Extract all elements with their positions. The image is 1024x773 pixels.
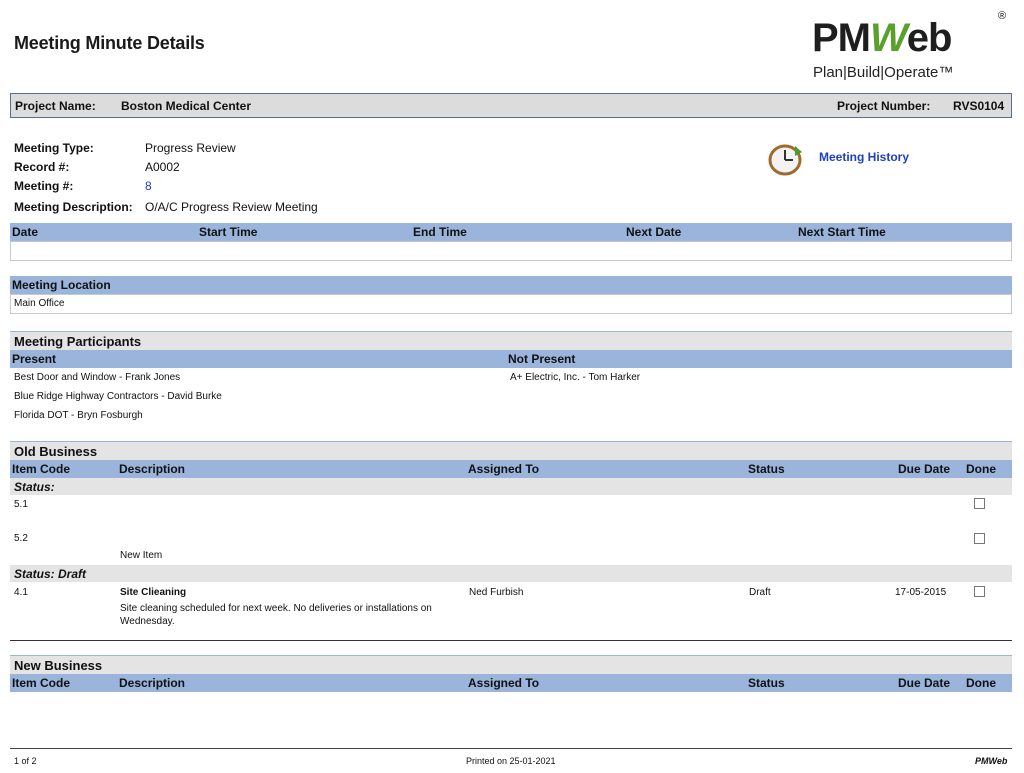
pmweb-logo: PMWeb ® Plan|Build|Operate™ (812, 10, 1012, 86)
item-title: Site Clieaning (120, 587, 187, 598)
meeting-number[interactable]: 8 (145, 179, 152, 193)
old-business-title: Old Business (10, 441, 1012, 460)
col-done: Done (966, 676, 996, 690)
participants-header: Present Not Present (10, 350, 1012, 368)
col-next-date: Next Date (626, 225, 682, 239)
schedule-header: Date Start Time End Time Next Date Next … (10, 223, 1012, 241)
project-name: Boston Medical Center (121, 99, 252, 113)
page-title: Meeting Minute Details (14, 33, 205, 53)
logo-text-eb: eb (906, 16, 953, 60)
col-date: Date (12, 225, 39, 239)
col-start-time: Start Time (199, 225, 258, 239)
item-code: 5.1 (14, 499, 28, 510)
status-group-label: Status: Draft (14, 567, 87, 581)
item-code: 4.1 (14, 587, 28, 598)
project-name-label: Project Name: (15, 99, 96, 113)
old-business-title-text: Old Business (14, 444, 98, 459)
col-assigned-to: Assigned To (468, 462, 540, 476)
present-participant: Blue Ridge Highway Contractors - David B… (14, 391, 222, 402)
col-due-date: Due Date (898, 676, 951, 690)
not-present-participant: A+ Electric, Inc. - Tom Harker (510, 372, 641, 383)
footer-brand: PMWeb (975, 756, 1008, 766)
location-header-label: Meeting Location (12, 278, 111, 292)
logo-tagline: Plan|Build|Operate™ (813, 64, 954, 81)
done-checkbox[interactable] (974, 586, 985, 597)
record-number: A0002 (145, 160, 180, 174)
col-status: Status (748, 462, 785, 476)
done-checkbox[interactable] (974, 498, 985, 509)
participants-title-text: Meeting Participants (14, 334, 142, 349)
col-due-date: Due Date (898, 462, 951, 476)
new-business-title-text: New Business (14, 658, 103, 673)
page-number: 1 of 2 (14, 756, 37, 766)
meeting-history-link[interactable]: Meeting History (819, 150, 909, 164)
item-assigned-to: Ned Furbish (469, 587, 524, 598)
col-item-code: Item Code (12, 676, 71, 690)
item-description: New Item (120, 550, 163, 561)
present-participant: Best Door and Window - Frank Jones (14, 372, 181, 383)
status-group-header: Status: (10, 478, 1012, 495)
col-next-start-time: Next Start Time (798, 225, 886, 239)
project-number-label: Project Number: (837, 99, 931, 113)
done-checkbox[interactable] (974, 533, 985, 544)
new-business-title: New Business (10, 655, 1012, 674)
present-header: Present (12, 352, 57, 366)
col-status: Status (748, 676, 785, 690)
col-end-time: End Time (413, 225, 467, 239)
col-item-code: Item Code (12, 462, 71, 476)
col-description: Description (119, 462, 186, 476)
meeting-type: Progress Review (145, 141, 236, 155)
not-present-header: Not Present (508, 352, 576, 366)
item-status: Draft (749, 587, 771, 598)
divider (10, 640, 1012, 641)
project-bar: Project Name: Boston Medical Center Proj… (10, 93, 1012, 118)
item-due-date: 17-05-2015 (895, 587, 947, 598)
registered-mark: ® (998, 10, 1007, 22)
clock-history-icon[interactable] (768, 142, 804, 176)
col-done: Done (966, 462, 996, 476)
new-business-header: Item Code Description Assigned To Status… (10, 674, 1012, 692)
item-code: 5.2 (14, 533, 28, 544)
meeting-type-label: Meeting Type: (14, 141, 94, 155)
col-description: Description (119, 676, 186, 690)
schedule-row (10, 241, 1012, 261)
item-description: Site cleaning scheduled for next week. N… (120, 603, 432, 627)
participants-section-title: Meeting Participants (10, 331, 1012, 350)
old-business-header: Item Code Description Assigned To Status… (10, 460, 1012, 478)
logo-text-pm: PM (812, 16, 871, 60)
col-assigned-to: Assigned To (468, 676, 540, 690)
present-participant: Florida DOT - Bryn Fosburgh (14, 410, 143, 421)
meeting-number-label: Meeting #: (14, 179, 74, 193)
status-group-label: Status: (14, 480, 55, 494)
location-header: Meeting Location (10, 276, 1012, 294)
printed-date: Printed on 25-01-2021 (466, 756, 556, 766)
meeting-description: O/A/C Progress Review Meeting (145, 200, 318, 214)
logo-text-w: W (870, 16, 908, 60)
location-row: Main Office (10, 294, 1012, 314)
footer-divider (10, 748, 1012, 749)
location-value: Main Office (14, 298, 65, 309)
status-group-header: Status: Draft (10, 565, 1012, 582)
project-number: RVS0104 (953, 99, 1005, 113)
record-label: Record #: (14, 160, 70, 174)
meeting-description-label: Meeting Description: (14, 200, 133, 214)
